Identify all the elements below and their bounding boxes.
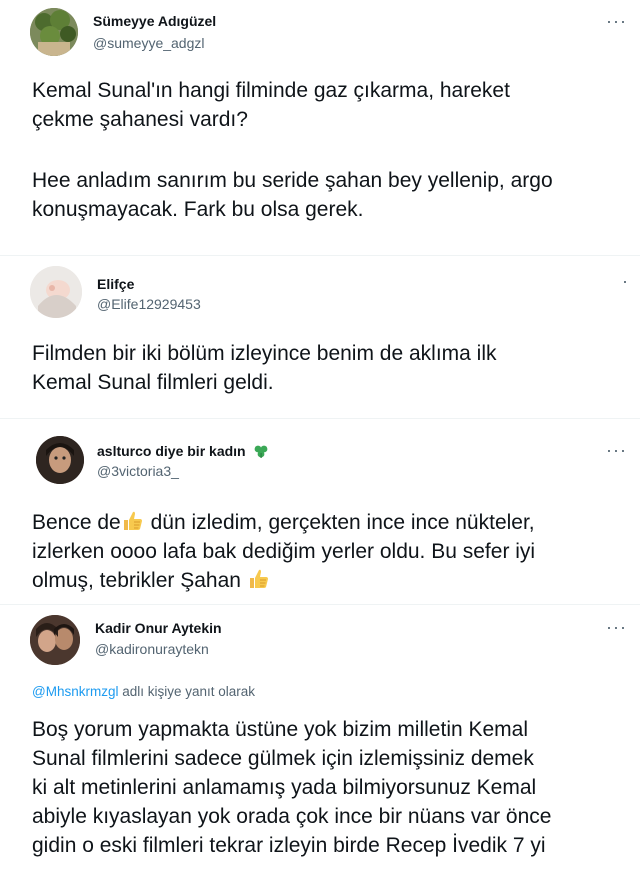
couple-avatar-icon <box>30 615 80 665</box>
reply-context-text: adlı kişiye yanıt olarak <box>118 684 256 699</box>
tweet-text-line: olmuş, tebrikler Şahan <box>32 566 271 595</box>
tweet-text-segment: olmuş, tebrikler Şahan <box>32 569 247 592</box>
tweet-1[interactable]: Sümeyye Adıgüzel @sumeyye_adgzl ··· Kema… <box>0 0 640 255</box>
thumbs-up-icon <box>249 569 268 588</box>
tweet-text-line: Kemal Sunal filmleri geldi. <box>32 371 274 394</box>
person-avatar-icon <box>36 436 84 484</box>
tweet-3[interactable]: aslturco diye bir kadın @3victoria3_ ···… <box>0 419 640 603</box>
tweet-text-line: Filmden bir iki bölüm izleyince benim de… <box>32 342 497 365</box>
reply-mention-link[interactable]: @Mhsnkrmzgl <box>32 684 118 699</box>
thumbs-up-icon <box>123 511 142 530</box>
tweet-text-line: ki alt metinlerini anlamamış yada bilmiy… <box>32 776 537 799</box>
more-options-icon[interactable]: ··· <box>606 618 627 636</box>
tweet-4[interactable]: Kadir Onur Aytekin @kadironuraytekn ··· … <box>0 605 640 869</box>
plant-avatar-icon <box>30 8 78 56</box>
tweet-text-line: Bence de dün izledim, gerçekten ince inc… <box>32 508 535 537</box>
author-name[interactable]: Kadir Onur Aytekin <box>95 620 222 636</box>
tweet-text-line: izlerken oooo lafa bak dediğim yerler ol… <box>32 540 536 563</box>
shamrock-icon <box>254 445 267 458</box>
tweet-text-line: Kemal Sunal'ın hangi filminde gaz çıkarm… <box>32 79 510 102</box>
reply-context: @Mhsnkrmzgl adlı kişiye yanıt olarak <box>32 684 255 699</box>
avatar[interactable] <box>30 8 78 56</box>
author-name-text: aslturco diye bir kadın <box>97 443 246 459</box>
author-name[interactable]: Sümeyye Adıgüzel <box>93 13 216 29</box>
author-handle[interactable]: @Elife12929453 <box>97 296 201 312</box>
author-name[interactable]: aslturco diye bir kadın <box>97 443 269 459</box>
avatar[interactable] <box>30 615 80 665</box>
avatar[interactable] <box>36 436 84 484</box>
more-options-icon[interactable]: ··· <box>606 12 627 30</box>
person-avatar-icon <box>30 266 82 318</box>
author-name[interactable]: Elifçe <box>97 276 134 292</box>
more-options-icon[interactable]: ··· <box>606 441 627 459</box>
author-handle[interactable]: @sumeyye_adgzl <box>93 35 205 51</box>
more-options-icon[interactable]: · <box>622 272 629 290</box>
tweet-text-line: Boş yorum yapmakta üstüne yok bizim mill… <box>32 718 529 741</box>
tweet-text-segment: dün izledim, gerçekten ince ince nüktele… <box>144 511 535 534</box>
tweet-text-line: gidin o eski filmleri tekrar izleyin bir… <box>32 834 546 857</box>
avatar[interactable] <box>30 266 82 318</box>
tweet-text-line: abiyle kıyaslayan yok orada çok ince bir… <box>32 805 552 828</box>
tweet-2[interactable]: Elifçe @Elife12929453 · Filmden bir iki … <box>0 256 640 416</box>
tweet-text-line: Sunal filmlerini sadece gülmek için izle… <box>32 747 534 770</box>
tweet-text-segment: Bence de <box>32 511 121 534</box>
author-handle[interactable]: @3victoria3_ <box>97 463 179 479</box>
tweet-text-line: Hee anladım sanırım bu seride şahan bey … <box>32 169 553 192</box>
author-handle[interactable]: @kadironuraytekn <box>95 641 209 657</box>
tweet-text-line: çekme şahanesi vardı? <box>32 108 248 131</box>
tweet-text-line: konuşmayacak. Fark bu olsa gerek. <box>32 198 364 221</box>
